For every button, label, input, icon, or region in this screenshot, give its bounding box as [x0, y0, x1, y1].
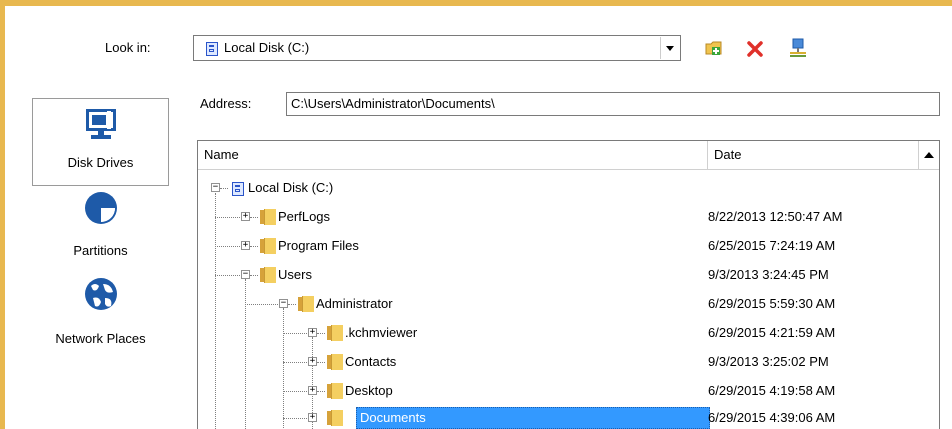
tree-row-name: Contacts [345, 354, 397, 369]
tree-row-selected[interactable]: + Documents 6/29/2015 4:39:06 AM [198, 407, 918, 429]
tree-row-date: 9/3/2013 3:24:45 PM [708, 267, 829, 282]
tree-row-date: 9/3/2013 3:25:02 PM [708, 354, 829, 369]
sidebar-item-label: Disk Drives [67, 155, 134, 170]
tree-row[interactable]: + PerfLogs 8/22/2013 12:50:47 AM [198, 206, 918, 228]
column-header-name[interactable]: Name [198, 141, 708, 169]
tree-row-date: 6/29/2015 4:21:59 AM [708, 325, 836, 340]
collapse-icon[interactable]: − [241, 270, 250, 279]
tree-row-name: Desktop [345, 383, 393, 398]
tree-row[interactable]: − Local Disk (C:) [198, 177, 918, 199]
tree-row-date: 6/29/2015 4:19:58 AM [708, 383, 836, 398]
partitions-icon [83, 190, 119, 226]
expand-icon[interactable]: + [308, 413, 317, 422]
expand-icon[interactable]: + [308, 357, 317, 366]
scroll-up-button[interactable] [918, 141, 939, 169]
tree-row-name: .kchmviewer [345, 325, 418, 340]
collapse-icon[interactable]: − [279, 299, 288, 308]
folder-icon [260, 237, 276, 254]
sidebar-item-label: Network Places [55, 331, 146, 346]
folder-icon [327, 353, 343, 370]
address-field[interactable]: C:\Users\Administrator\Documents\ [286, 92, 940, 116]
local-disk-icon [232, 177, 244, 199]
tree-row[interactable]: + .kchmviewer 6/29/2015 4:21:59 AM [198, 322, 918, 344]
look-in-dropdown[interactable]: Local Disk (C:) [193, 35, 681, 61]
dropdown-arrow-icon[interactable] [660, 37, 679, 59]
tree-row-date: 6/29/2015 5:59:30 AM [708, 296, 836, 311]
network-places-icon [83, 276, 119, 314]
collapse-icon[interactable]: − [211, 183, 220, 192]
expand-icon[interactable]: + [241, 241, 250, 250]
disk-drives-icon [85, 105, 117, 141]
folder-icon [327, 409, 343, 426]
sidebar-item-disk-drives[interactable]: Disk Drives [32, 98, 169, 186]
tree-row-date: 6/25/2015 7:24:19 AM [708, 238, 836, 253]
tree-row-name: Administrator [316, 296, 393, 311]
tree-row-name: PerfLogs [278, 209, 331, 224]
folder-icon [327, 382, 343, 399]
tree-row[interactable]: + Program Files 6/25/2015 7:24:19 AM [198, 235, 918, 257]
folder-icon [260, 266, 276, 283]
column-header-date[interactable]: Date [708, 141, 919, 169]
folder-tree[interactable]: Name Date − Local Disk (C:) + PerfLogs 8… [197, 140, 940, 429]
tree-header: Name Date [198, 141, 939, 170]
folder-icon [298, 295, 314, 312]
tree-row[interactable]: + Desktop 6/29/2015 4:19:58 AM [198, 380, 918, 402]
sidebar-item-label: Partitions [73, 243, 128, 258]
new-folder-icon[interactable] [705, 40, 723, 56]
tree-row-name: Users [278, 267, 312, 282]
tree-row-name: Documents [360, 410, 426, 425]
look-in-value: Local Disk (C:) [224, 40, 310, 55]
expand-icon[interactable]: + [308, 386, 317, 395]
tree-row-name: Local Disk (C:) [248, 180, 334, 195]
local-disk-icon [206, 40, 218, 56]
sidebar-item-network-places[interactable]: Network Places [32, 276, 169, 356]
tree-row-date: 8/22/2013 12:50:47 AM [708, 209, 843, 224]
address-label: Address: [200, 96, 252, 111]
tree-row[interactable]: − Users 9/3/2013 3:24:45 PM [198, 264, 918, 286]
expand-icon[interactable]: + [241, 212, 250, 221]
delete-icon[interactable] [746, 40, 764, 58]
tree-row[interactable]: + Contacts 9/3/2013 3:25:02 PM [198, 351, 918, 373]
tree-row-date: 6/29/2015 4:39:06 AM [708, 410, 836, 425]
tree-row[interactable]: − Administrator 6/29/2015 5:59:30 AM [198, 293, 918, 315]
folder-icon [260, 208, 276, 225]
tree-row-name: Program Files [278, 238, 359, 253]
folder-icon [327, 324, 343, 341]
network-icon[interactable] [789, 38, 807, 58]
expand-icon[interactable]: + [308, 328, 317, 337]
sidebar-item-partitions[interactable]: Partitions [32, 190, 169, 270]
look-in-label: Look in: [105, 40, 151, 55]
